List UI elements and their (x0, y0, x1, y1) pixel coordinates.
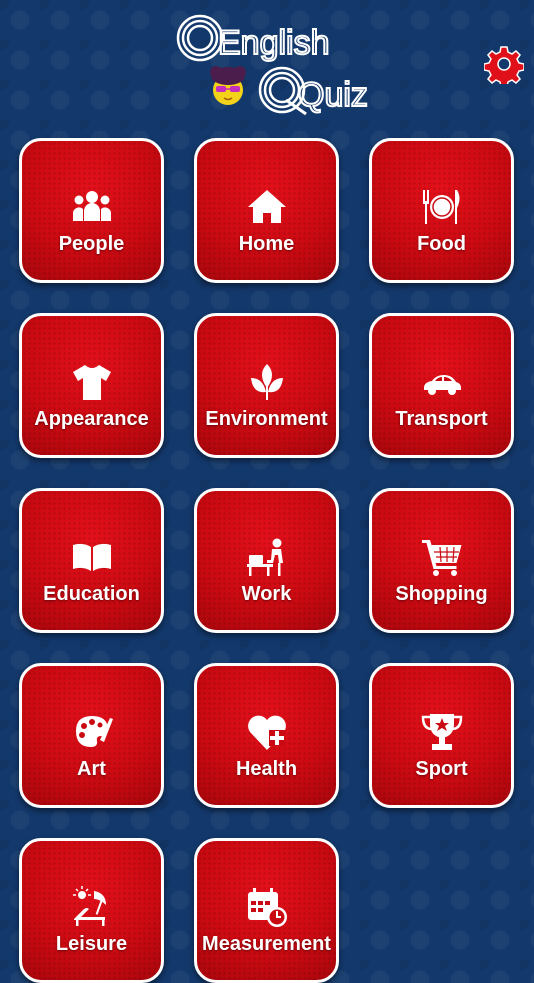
tshirt-icon (70, 360, 114, 404)
home-icon (245, 185, 289, 229)
category-label: Health (235, 758, 298, 780)
book-icon (70, 535, 114, 579)
calendar-clock-icon (245, 885, 289, 929)
category-label: Work (241, 583, 292, 605)
palette-icon (70, 710, 114, 754)
category-appearance-button[interactable]: Appearance (19, 313, 164, 458)
category-home-button[interactable]: Home (194, 138, 339, 283)
logo-line2: Quiz (298, 76, 368, 114)
category-label: People (58, 233, 125, 255)
category-label: Art (77, 758, 106, 780)
logo-graphic: English Quiz (176, 14, 369, 116)
category-label: Home (238, 233, 295, 255)
category-label: Leisure (55, 933, 128, 955)
category-label: Food (417, 233, 466, 255)
trophy-icon (420, 710, 464, 754)
desk-worker-icon (245, 535, 289, 579)
category-education-button[interactable]: Education (19, 488, 164, 633)
mascot-icon (210, 66, 246, 105)
category-sport-button[interactable]: Sport (369, 663, 514, 808)
category-shopping-button[interactable]: Shopping (369, 488, 514, 633)
category-art-button[interactable]: Art (19, 663, 164, 808)
category-transport-button[interactable]: Transport (369, 313, 514, 458)
car-icon (420, 360, 464, 404)
category-food-button[interactable]: Food (369, 138, 514, 283)
shopping-cart-icon (420, 535, 464, 579)
category-label: Education (43, 583, 140, 605)
sunbed-icon (70, 885, 114, 929)
app-logo: English Quiz (176, 10, 371, 120)
category-people-button[interactable]: People (19, 138, 164, 283)
category-label: Sport (415, 758, 468, 780)
category-label: Appearance (34, 408, 149, 430)
category-label: Measurement (202, 933, 331, 955)
category-label: Shopping (395, 583, 488, 605)
category-environment-button[interactable]: Environment (194, 313, 339, 458)
food-icon (420, 185, 464, 229)
category-work-button[interactable]: Work (194, 488, 339, 633)
heart-plus-icon (245, 710, 289, 754)
settings-button[interactable] (484, 44, 524, 84)
leaves-icon (245, 360, 289, 404)
category-label: Transport (395, 408, 488, 430)
logo-line1: English (218, 24, 330, 62)
category-measurement-button[interactable]: Measurement (194, 838, 339, 983)
gear-icon (484, 46, 524, 84)
category-leisure-button[interactable]: Leisure (19, 838, 164, 983)
category-health-button[interactable]: Health (194, 663, 339, 808)
people-icon (70, 185, 114, 229)
category-label: Environment (205, 408, 328, 430)
